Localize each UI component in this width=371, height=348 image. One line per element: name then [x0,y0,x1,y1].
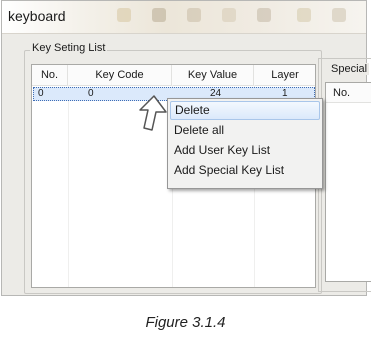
figure-caption: Figure 3.1.4 [145,314,226,331]
column-header-key-code[interactable]: Key Code [68,65,172,85]
cursor-arrow-icon [139,95,167,131]
title-bar: keyboard [2,1,366,34]
cell-no: 0 [38,88,44,99]
menu-item-add-special-key-list[interactable]: Add Special Key List [170,161,320,180]
menu-item-delete-all[interactable]: Delete all [170,121,320,140]
menu-item-delete[interactable]: Delete [170,101,320,120]
window-title: keyboard [8,8,66,24]
toolbar-decoration-icon [187,8,201,22]
context-menu: Delete Delete all Add User Key List Add … [167,98,323,189]
key-setting-group-label: Key Seting List [30,42,108,54]
column-header-key-value[interactable]: Key Value [172,65,254,85]
list-header: No. Key Code Key Value Layer [32,65,315,86]
special-key-group-label: Special [329,63,370,75]
toolbar-decoration-icon [222,8,236,22]
toolbar-decoration-icon [257,8,271,22]
special-key-list[interactable]: No. [325,82,371,282]
toolbar-decoration-icon [152,8,166,22]
column-divider [68,85,69,287]
column-header-no[interactable]: No. [32,65,68,85]
special-column-header-no[interactable]: No. [326,83,371,103]
toolbar-decoration-icon [117,8,131,22]
toolbar-decoration-icon [297,8,311,22]
toolbar-decoration-icon [332,8,346,22]
cell-key-code: 0 [88,88,94,99]
menu-item-add-user-key-list[interactable]: Add User Key List [170,141,320,160]
column-header-layer[interactable]: Layer [254,65,315,85]
